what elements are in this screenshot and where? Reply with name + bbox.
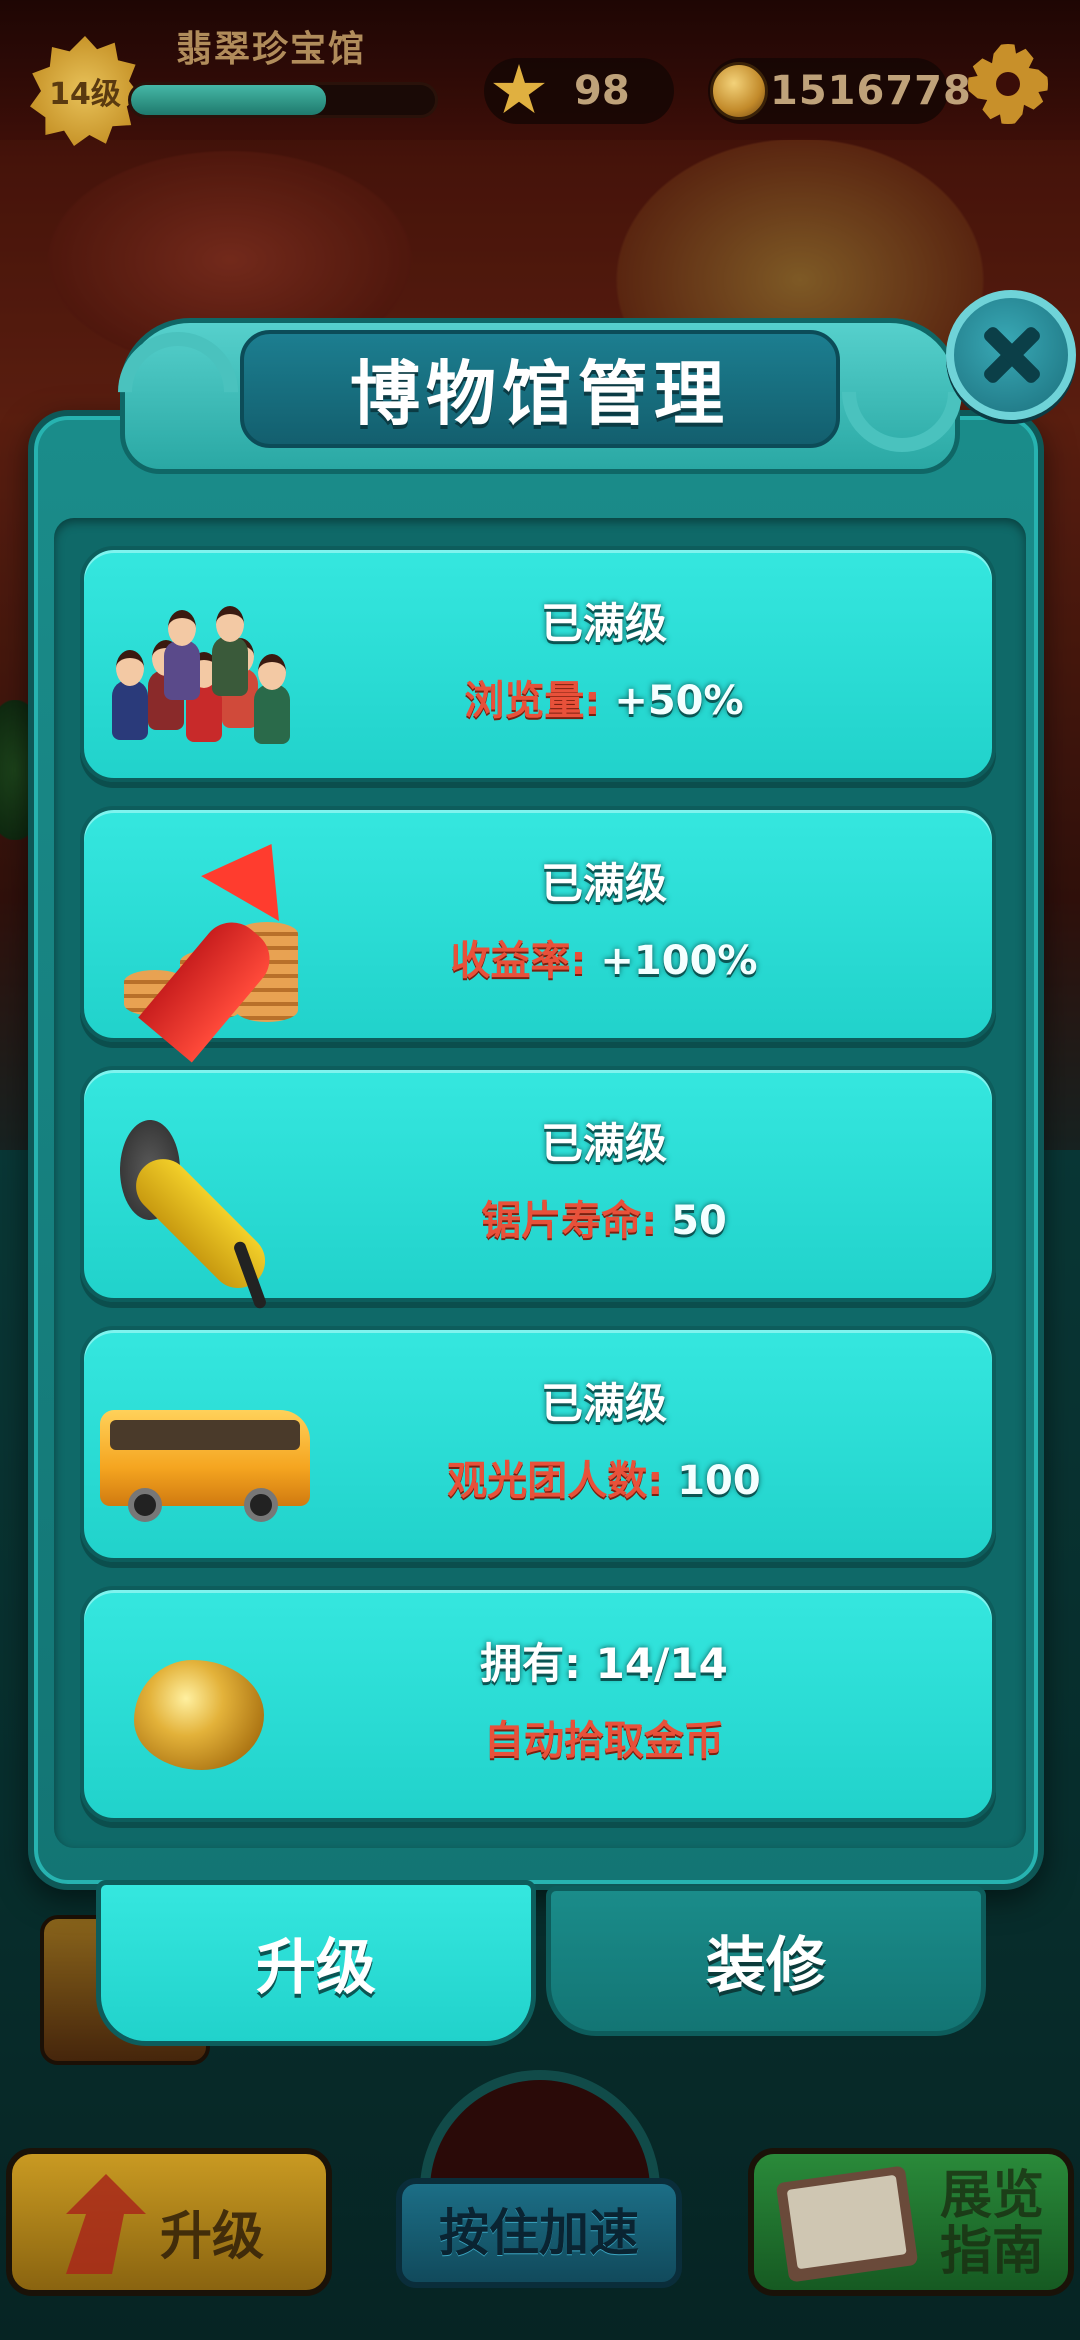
card-status: 已满级 xyxy=(540,859,667,908)
card-owned-count: 拥有: 14/14 xyxy=(480,1639,728,1688)
effect-key: 收益率: xyxy=(450,938,587,984)
effect-value: +50% xyxy=(600,678,744,724)
effect-value: +100% xyxy=(586,938,758,984)
card-effect: 自动拾取金币 xyxy=(324,1708,884,1766)
gold-toad-icon xyxy=(94,1610,304,1810)
settings-gear-icon[interactable] xyxy=(968,44,1048,124)
effect-key: 锯片寿命: xyxy=(481,1198,658,1244)
card-status: 已满级 xyxy=(540,1119,667,1168)
panel-title: 博物馆管理 xyxy=(350,353,730,435)
tab-upgrade[interactable]: 升级 xyxy=(96,1880,536,2046)
upgrade-arrow-icon xyxy=(66,2174,146,2274)
angle-grinder-icon xyxy=(94,1090,304,1310)
tour-bus-icon xyxy=(94,1350,310,1550)
upgrade-card-revenue[interactable]: 已满级 收益率: +100% xyxy=(80,806,996,1063)
effect-key: 自动拾取金币 xyxy=(484,1718,724,1764)
card-effect: 观光团人数: 100 xyxy=(324,1448,884,1506)
upgrade-button-label: 升级 xyxy=(160,2207,265,2267)
book-icon xyxy=(775,2165,919,2283)
card-effect: 锯片寿命: 50 xyxy=(324,1188,884,1246)
hold-to-speed-up-button[interactable]: 按住加速 xyxy=(396,2178,682,2288)
upgrade-card-tour-group[interactable]: 已满级 观光团人数: 100 xyxy=(80,1326,996,1562)
upgrade-button[interactable]: 升级 xyxy=(6,2148,332,2296)
guide-button-label: 展览指南 xyxy=(939,2166,1044,2282)
card-effect: 浏览量: +50% xyxy=(324,668,884,726)
tab-decorate[interactable]: 装修 xyxy=(546,1886,986,2036)
card-status: 已满级 xyxy=(540,599,667,648)
xp-progress-bar xyxy=(128,82,438,118)
upgrade-card-visitors[interactable]: 已满级 浏览量: +50% xyxy=(80,546,996,782)
close-icon xyxy=(982,326,1040,384)
revenue-arrow-icon xyxy=(94,830,304,1063)
star-icon xyxy=(493,64,545,114)
close-button[interactable] xyxy=(946,290,1076,420)
level-badge: 14级 xyxy=(30,36,140,146)
stars-counter: 98 xyxy=(484,58,674,124)
coin-icon xyxy=(710,62,768,120)
card-status: 已满级 xyxy=(540,1379,667,1428)
coins-counter: 1516778 xyxy=(708,58,971,124)
stars-value: 98 xyxy=(574,68,630,114)
card-effect: 收益率: +100% xyxy=(324,928,884,986)
effect-key: 观光团人数: xyxy=(447,1458,664,1504)
crowd-icon xyxy=(94,570,304,770)
upgrade-card-auto-collect[interactable]: 拥有: 14/14 自动拾取金币 xyxy=(80,1586,996,1822)
exhibition-guide-button[interactable]: 展览指南 xyxy=(748,2148,1074,2296)
level-text: 14级 xyxy=(49,77,121,112)
xp-progress-fill xyxy=(131,85,326,115)
effect-value: 100 xyxy=(663,1458,761,1504)
effect-value: 50 xyxy=(657,1198,727,1244)
effect-key: 浏览量: xyxy=(464,678,601,724)
coins-value: 1516778 xyxy=(770,68,972,114)
upgrade-card-blade-life[interactable]: 已满级 锯片寿命: 50 xyxy=(80,1066,996,1310)
museum-name: 翡翠珍宝馆 xyxy=(176,29,367,70)
top-hud: 14级 翡翠珍宝馆 98 1516778 xyxy=(0,0,1080,146)
